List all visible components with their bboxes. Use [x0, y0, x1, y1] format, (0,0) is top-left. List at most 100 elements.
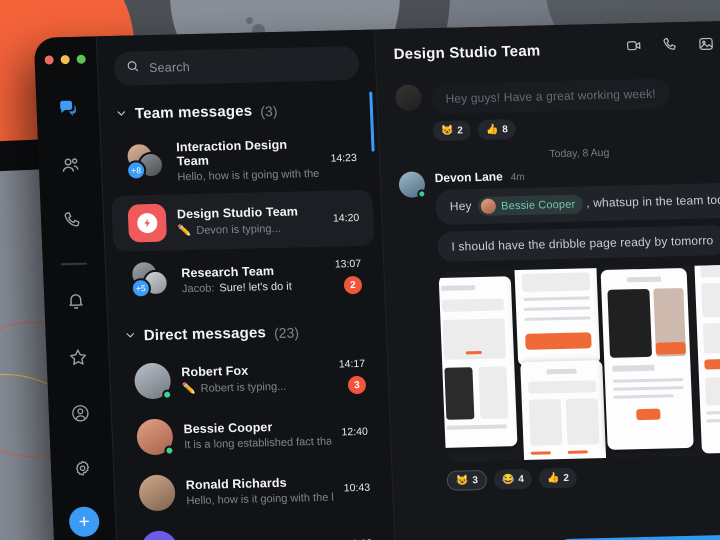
avatar: [394, 84, 422, 112]
rail-item-favorites[interactable]: [57, 340, 99, 381]
conversation-item-floyd-miles[interactable]: Floyd Miles 10:23: [124, 516, 387, 540]
conversation-time: 12:40: [341, 425, 369, 439]
reaction-pill[interactable]: 😺 3: [446, 469, 488, 491]
conversation-item-bessie-cooper[interactable]: Bessie Cooper It is a long established f…: [120, 404, 383, 464]
chat-panel: Design Studio Team Hey guys! Have a grea…: [373, 19, 720, 540]
search-input[interactable]: Search: [113, 45, 360, 86]
unread-badge: 3: [347, 375, 367, 395]
rail-item-messages[interactable]: [47, 92, 89, 133]
rail-item-settings[interactable]: [61, 451, 103, 492]
pencil-icon: ✏️: [177, 225, 192, 238]
conversation-name: Interaction Design Team: [175, 137, 288, 169]
conversation-name: Bessie Cooper: [183, 419, 273, 436]
bubble-text-after: , whatsup in the team tod: [585, 192, 720, 211]
conversation-meta: 10:43: [344, 482, 371, 495]
conversation-item-research-team[interactable]: +5 Research Team Jacob: Sure! let's do i…: [114, 248, 377, 310]
conversation-text: Bessie Cooper It is a long established f…: [183, 418, 331, 451]
emoji: 😂: [501, 473, 515, 485]
conversation-meta: 12:40: [341, 426, 368, 439]
message-reactions: 😺 2 👍 8: [432, 113, 720, 142]
conversation-preview: ✏️ Devon is typing...: [177, 221, 322, 238]
rail-item-calls[interactable]: [51, 203, 93, 244]
team-messages-section-header[interactable]: Team messages (3): [100, 99, 378, 123]
conversation-text: Design Studio Team ✏️ Devon is typing...: [177, 204, 323, 238]
conversation-preview: It is a long established fact that...: [183, 435, 332, 451]
conversation-preview: Jacob: Sure! let's do it: [181, 279, 325, 295]
image-attachment[interactable]: [438, 263, 720, 462]
rail-item-contacts[interactable]: [49, 147, 91, 188]
conversation-time: 14:23: [330, 151, 358, 165]
emoji: 👍: [485, 124, 499, 136]
emoji: 😺: [455, 474, 469, 487]
chevron-down-icon: [125, 329, 137, 343]
user-circle-icon: [69, 402, 91, 428]
pencil-icon: ✏️: [181, 382, 196, 396]
avatar-group: +8: [125, 141, 167, 182]
reaction-count: 8: [502, 123, 509, 135]
preview-sender: Jacob:: [181, 281, 215, 295]
plus-icon: +: [78, 511, 91, 533]
maximize-button[interactable]: [75, 54, 86, 64]
team-logo-avatar: [127, 203, 168, 243]
search-placeholder: Search: [148, 60, 191, 76]
app-window: + Search Team messages (3) +8 Interactio…: [33, 19, 720, 540]
avatar: [138, 474, 176, 512]
conversation-text: Ronald Richards Hello, how is it going w…: [185, 474, 334, 507]
unread-badge: 2: [343, 275, 363, 295]
shared-media-button[interactable]: [694, 35, 717, 58]
conversation-preview: Hello, how is it going with the logo...: [186, 491, 334, 507]
add-new-button[interactable]: +: [68, 506, 100, 538]
conversation-name: Research Team: [181, 263, 275, 280]
minimize-button[interactable]: [59, 54, 70, 65]
conversation-time: 14:20: [332, 211, 360, 225]
reaction-pill[interactable]: 👍 8: [477, 119, 517, 141]
mention-avatar: [480, 198, 497, 214]
message-list: Hey guys! Have a great working week! 😺 2…: [377, 70, 720, 537]
reaction-pill[interactable]: 😺 2: [432, 120, 472, 142]
conversation-sidebar: Search Team messages (3) +8 Interaction …: [95, 29, 397, 540]
conversation-meta: 14:17 3: [339, 358, 367, 395]
avatar: [140, 530, 179, 540]
background-dot-small: [246, 17, 253, 24]
conversation-time: 10:43: [343, 481, 371, 495]
chat-title: Design Studio Team: [393, 41, 541, 63]
reaction-pill[interactable]: 👍 2: [538, 467, 578, 489]
rail-item-profile[interactable]: [59, 395, 101, 436]
screenshot-stage: + Search Team messages (3) +8 Interactio…: [0, 0, 720, 540]
typing-text: Robert is typing...: [200, 380, 287, 395]
start-voice-call-button[interactable]: [658, 36, 681, 59]
image-icon: [697, 35, 715, 57]
emoji: 👍: [546, 472, 560, 484]
conversation-preview: Hello, how is it going with the logo...: [177, 167, 320, 184]
conversation-name: Ronald Richards: [185, 475, 287, 492]
chevron-down-icon: [116, 107, 128, 121]
start-video-call-button[interactable]: [622, 37, 645, 60]
chat-header: Design Studio Team: [375, 20, 720, 80]
conversation-item-ronald-richards[interactable]: Ronald Richards Hello, how is it going w…: [122, 460, 385, 520]
close-button[interactable]: [43, 55, 54, 65]
avatar-overflow-count: +8: [125, 159, 147, 181]
message-sender-row: Devon Lane 4m: [434, 163, 720, 185]
conversation-item-design-studio-team[interactable]: Design Studio Team ✏️ Devon is typing...…: [111, 189, 375, 252]
reaction-count: 4: [518, 473, 525, 485]
rail-item-notifications[interactable]: [55, 284, 97, 325]
conversation-item-interaction-design-team[interactable]: +8 Interaction Design Team Hello, how is…: [109, 127, 372, 194]
section-title: Direct messages: [143, 324, 267, 345]
mention-chip[interactable]: Bessie Cooper: [477, 194, 584, 217]
avatar-overflow-count: +5: [130, 278, 152, 299]
video-camera-icon: [625, 37, 643, 59]
star-icon: [67, 347, 89, 373]
search-icon: [126, 59, 141, 78]
outgoing-message-bubble: Very nice poster and i love the use o: [552, 533, 720, 540]
reaction-count: 2: [457, 124, 464, 137]
reaction-count: 2: [563, 472, 570, 484]
mention-name: Bessie Cooper: [500, 198, 576, 212]
online-indicator: [161, 389, 173, 400]
direct-messages-section-header[interactable]: Direct messages (23): [108, 321, 386, 345]
window-traffic-lights: [43, 54, 86, 65]
reaction-pill[interactable]: 😂 4: [493, 468, 533, 490]
message-thread-devon-lane: Devon Lane 4m Hey Bessie Cooper , whatsu…: [398, 163, 720, 492]
conversation-name: Robert Fox: [181, 363, 249, 380]
conversation-item-robert-fox[interactable]: Robert Fox ✏️ Robert is typing... 14:17 …: [118, 348, 381, 408]
conversation-name: Floyd Miles: [188, 536, 335, 540]
